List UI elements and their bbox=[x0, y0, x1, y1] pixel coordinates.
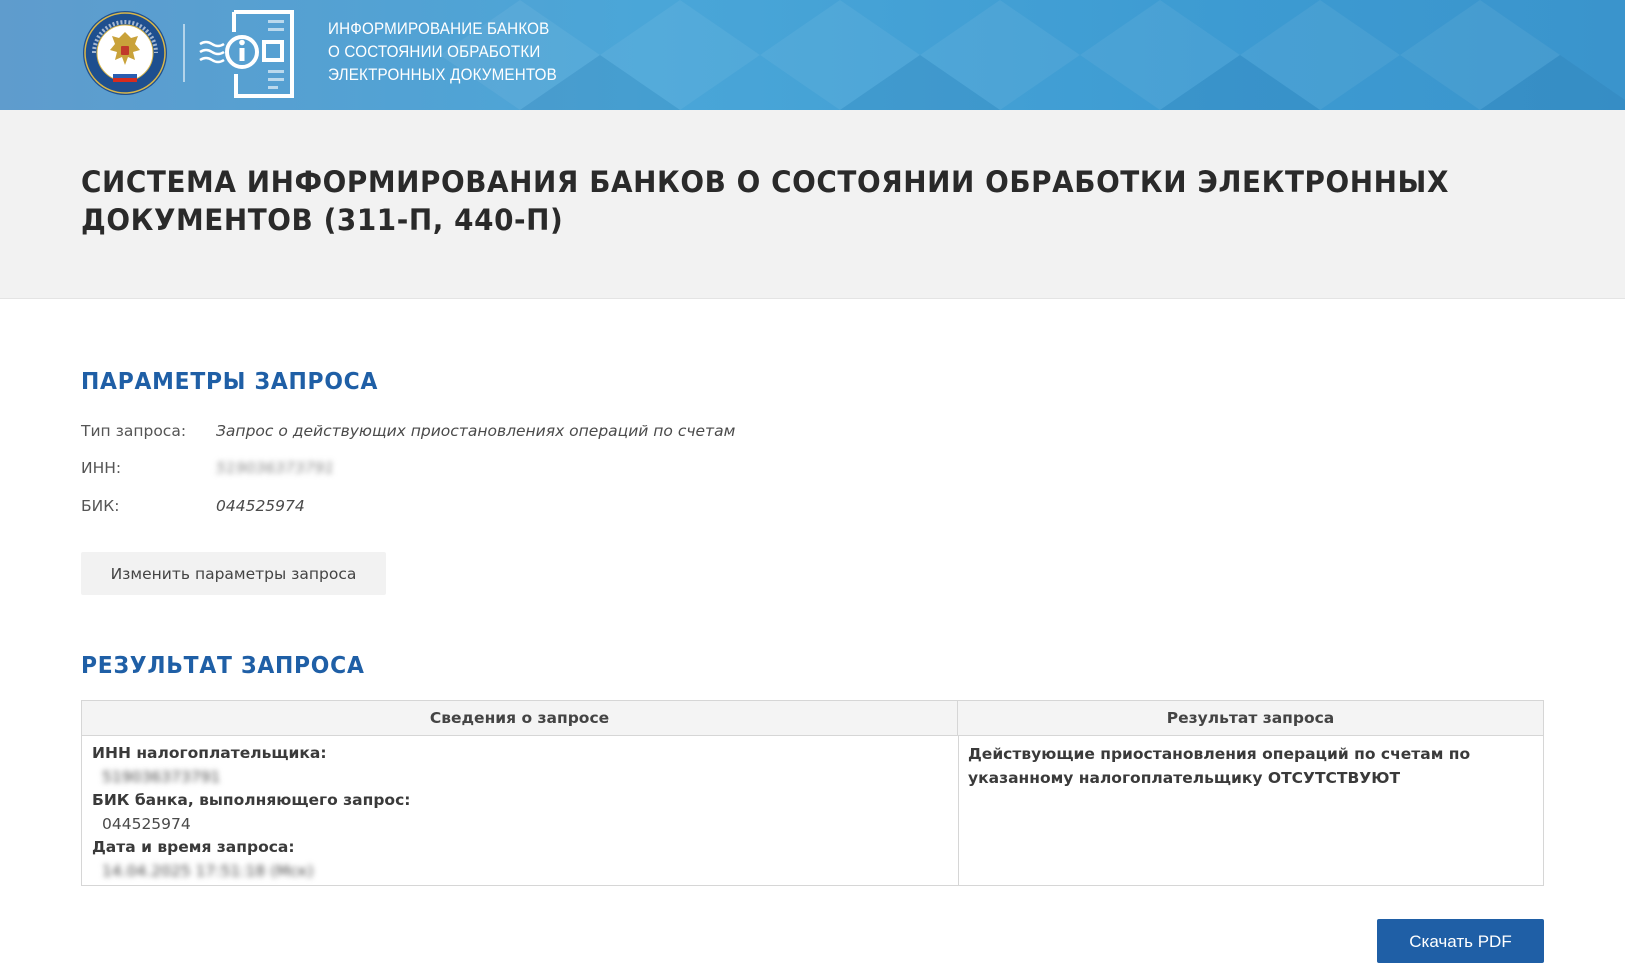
param-value: 519036373791 bbox=[216, 459, 335, 477]
banner-title-line: ЭЛЕКТРОННЫХ ДОКУМЕНТОВ bbox=[328, 66, 557, 84]
fns-emblem-icon[interactable] bbox=[82, 10, 168, 96]
param-value: 044525974 bbox=[216, 497, 305, 515]
info-document-icon bbox=[199, 10, 294, 98]
result-text-cell: Действующие приостановления операций по … bbox=[968, 745, 1471, 787]
column-header: Результат запроса bbox=[1166, 709, 1335, 727]
banner-divider bbox=[183, 24, 185, 82]
banner-title: ИНФОРМИРОВАНИЕ БАНКОВ О СОСТОЯНИИ ОБРАБО… bbox=[328, 18, 567, 87]
info-value: 044525974 bbox=[102, 815, 191, 833]
request-info-cell: ИНН налогоплательщика: 519036373791 БИК … bbox=[92, 742, 942, 883]
results-heading: РЕЗУЛЬТАТ ЗАПРОСА bbox=[81, 653, 365, 679]
param-label: БИК: bbox=[81, 497, 120, 515]
info-label: БИК банка, выполняющего запрос: bbox=[92, 791, 411, 809]
page-header: СИСТЕМА ИНФОРМИРОВАНИЯ БАНКОВ О СОСТОЯНИ… bbox=[0, 110, 1625, 299]
table-header-row: Сведения о запросе Результат запроса bbox=[82, 701, 1543, 736]
download-pdf-button[interactable]: Скачать PDF bbox=[1377, 919, 1544, 963]
banner-title-line: ИНФОРМИРОВАНИЕ БАНКОВ bbox=[328, 20, 550, 38]
params-heading: ПАРАМЕТРЫ ЗАПРОСА bbox=[81, 369, 379, 395]
column-divider bbox=[958, 736, 959, 886]
column-header: Сведения о запросе bbox=[82, 701, 958, 736]
param-label: Тип запроса: bbox=[81, 422, 187, 440]
result-table: Сведения о запросе Результат запроса ИНН… bbox=[81, 700, 1544, 886]
page-title: СИСТЕМА ИНФОРМИРОВАНИЯ БАНКОВ О СОСТОЯНИ… bbox=[81, 165, 1449, 237]
info-value: 14.04.2025 17:51:18 (Мск) bbox=[102, 862, 314, 880]
info-label: ИНН налогоплательщика: bbox=[92, 744, 327, 762]
change-params-button[interactable]: Изменить параметры запроса bbox=[81, 552, 386, 595]
site-banner: ИНФОРМИРОВАНИЕ БАНКОВ О СОСТОЯНИИ ОБРАБО… bbox=[0, 0, 1625, 110]
info-value: 519036373791 bbox=[102, 768, 221, 786]
param-label: ИНН: bbox=[81, 459, 122, 477]
info-label: Дата и время запроса: bbox=[92, 838, 295, 856]
banner-title-line: О СОСТОЯНИИ ОБРАБОТКИ bbox=[328, 43, 541, 61]
param-value: Запрос о действующих приостановлениях оп… bbox=[216, 422, 736, 440]
